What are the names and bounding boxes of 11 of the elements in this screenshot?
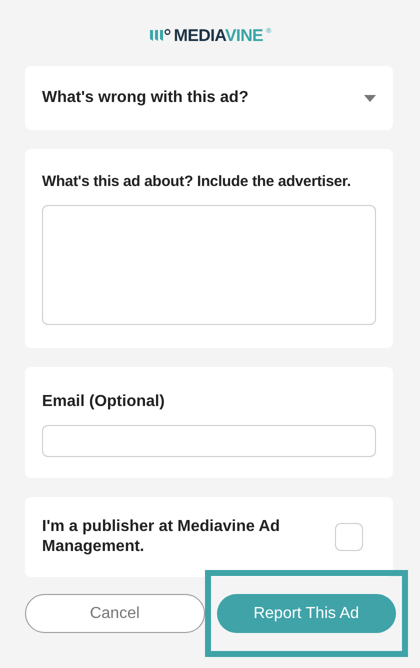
report-button[interactable]: Report This Ad [216, 594, 396, 633]
email-input-field[interactable] [42, 425, 376, 457]
field-label: Email (Optional) [42, 392, 166, 412]
logo-icon [148, 28, 171, 42]
field-label: What's this ad about? Include the advertiser. [42, 172, 352, 192]
logo-text: MEDIAVINE [174, 26, 264, 44]
checkbox[interactable] [335, 523, 363, 551]
cancel-button[interactable]: Cancel [25, 594, 204, 633]
checkbox-label: I'm a publisher at Mediavine Ad Management. [42, 517, 281, 557]
about-input-field[interactable] [42, 204, 376, 324]
issue-dropdown[interactable]: What's wrong with this ad? [25, 66, 393, 130]
